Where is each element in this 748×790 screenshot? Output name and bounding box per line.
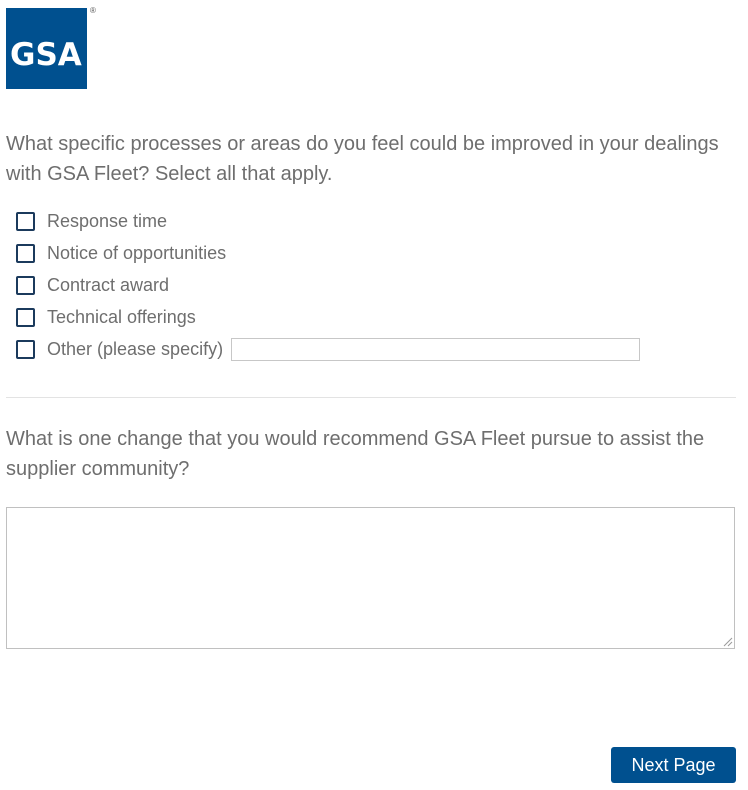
option-label: Technical offerings bbox=[47, 306, 196, 327]
option-technical-offerings[interactable]: Technical offerings bbox=[16, 301, 226, 333]
option-label: Contract award bbox=[47, 274, 170, 295]
option-label: Response time bbox=[47, 210, 168, 231]
question-1-options: Response time Notice of opportunities Co… bbox=[16, 205, 226, 365]
gsa-logo: GSA bbox=[6, 8, 87, 89]
checkbox[interactable] bbox=[16, 307, 35, 327]
checkbox[interactable] bbox=[16, 275, 35, 295]
recommendation-textarea[interactable] bbox=[6, 507, 735, 649]
question-1-text: What specific processes or areas do you … bbox=[6, 133, 719, 185]
other-specify-input[interactable] bbox=[231, 338, 640, 361]
option-label: Other (please specify) bbox=[47, 338, 224, 359]
checkbox[interactable] bbox=[16, 243, 35, 263]
option-other[interactable]: Other (please specify) bbox=[16, 333, 226, 365]
option-contract-award[interactable]: Contract award bbox=[16, 269, 226, 301]
divider bbox=[6, 397, 736, 398]
registered-mark: ® bbox=[90, 6, 96, 15]
resize-handle-icon[interactable] bbox=[723, 637, 733, 647]
checkbox[interactable] bbox=[16, 211, 35, 231]
next-page-button[interactable]: Next Page bbox=[611, 747, 736, 783]
question-2-text: What is one change that you would recomm… bbox=[6, 428, 705, 480]
logo-text: GSA bbox=[10, 37, 82, 73]
option-response-time[interactable]: Response time bbox=[16, 205, 226, 237]
option-label: Notice of opportunities bbox=[47, 242, 227, 263]
option-notice-of-opportunities[interactable]: Notice of opportunities bbox=[16, 237, 226, 269]
checkbox[interactable] bbox=[16, 339, 35, 359]
